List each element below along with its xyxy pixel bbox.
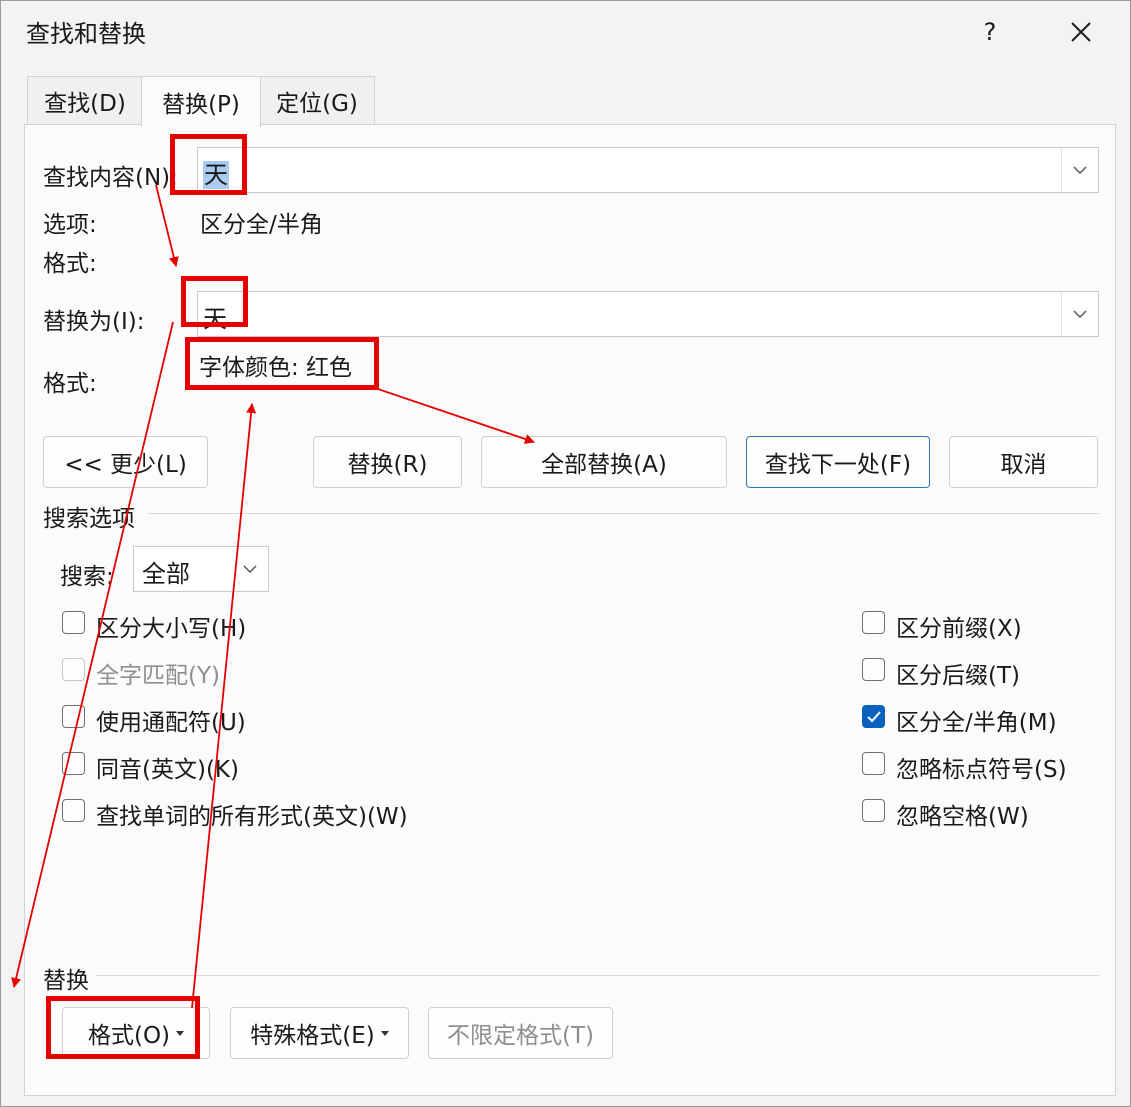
annotation-arrows	[11, 184, 535, 1009]
annotation-arrow	[377, 388, 535, 444]
annotation-arrow	[155, 184, 179, 267]
tab-replace[interactable]: 替换(P)	[141, 76, 261, 127]
annotation-arrow	[191, 403, 257, 1009]
annotation-arrow	[11, 321, 174, 988]
